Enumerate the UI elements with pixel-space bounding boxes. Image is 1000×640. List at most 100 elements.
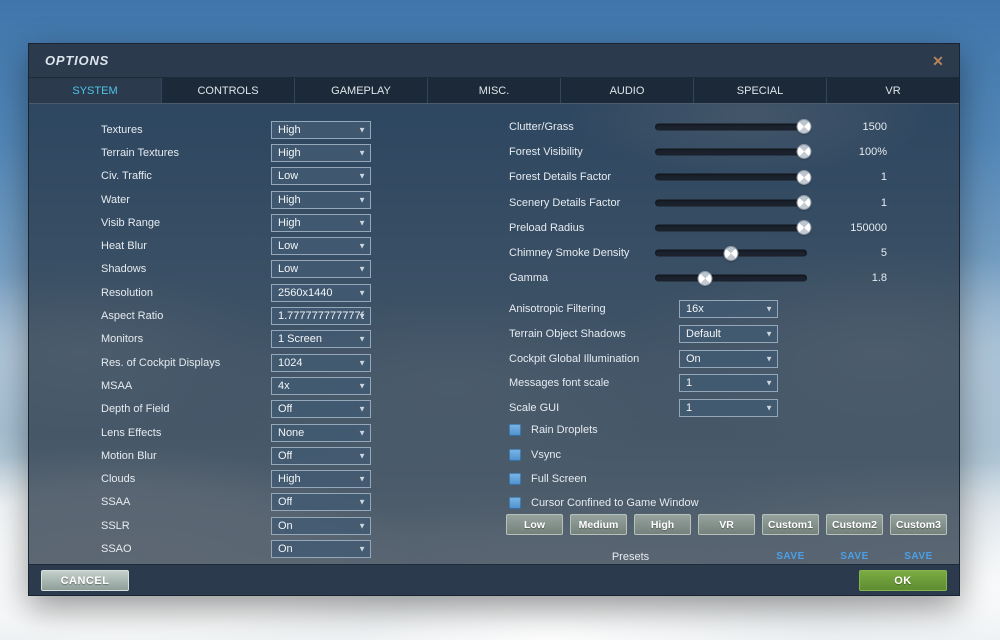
- dropdown[interactable]: Off ▼: [271, 400, 371, 418]
- dropdown[interactable]: On ▼: [271, 517, 371, 535]
- presets-group-label: Presets: [506, 551, 755, 563]
- dropdown[interactable]: 1.7777777777778 ▼: [271, 307, 371, 325]
- slider-track[interactable]: [655, 174, 807, 181]
- dropdown[interactable]: None ▼: [271, 424, 371, 442]
- tab-system[interactable]: SYSTEM: [29, 78, 162, 103]
- checkbox[interactable]: [509, 497, 521, 509]
- slider-value: 1500: [801, 121, 887, 133]
- dropdown[interactable]: 1 ▼: [679, 374, 778, 392]
- dropdown[interactable]: High ▼: [271, 470, 371, 488]
- setting-label: Visib Range: [101, 217, 160, 229]
- slider-knob[interactable]: [725, 247, 738, 260]
- dropdown[interactable]: Off ▼: [271, 447, 371, 465]
- preset-button-high[interactable]: High: [634, 514, 691, 535]
- tab-audio[interactable]: AUDIO: [561, 78, 694, 103]
- dropdown-value: None: [278, 427, 304, 439]
- dropdown[interactable]: Low ▼: [271, 260, 371, 278]
- save-custom2-link[interactable]: SAVE: [826, 551, 883, 563]
- preset-button-custom2[interactable]: Custom2: [826, 514, 883, 535]
- setting-row-monitors: Monitors 1 Screen ▼: [29, 328, 501, 351]
- checkbox-label: Rain Droplets: [531, 424, 598, 436]
- slider-track[interactable]: [655, 199, 807, 206]
- dropdown[interactable]: High ▼: [271, 191, 371, 209]
- dropdown[interactable]: Off ▼: [271, 493, 371, 511]
- close-button[interactable]: ✕: [927, 51, 949, 71]
- dropdown[interactable]: 2560x1440 ▼: [271, 284, 371, 302]
- chevron-down-icon: ▼: [358, 265, 366, 274]
- dropdown[interactable]: On ▼: [679, 350, 778, 368]
- setting-label: Terrain Object Shadows: [509, 328, 626, 340]
- checkbox[interactable]: [509, 473, 521, 485]
- dropdown[interactable]: 16x ▼: [679, 300, 778, 318]
- chevron-down-icon: ▼: [358, 475, 366, 484]
- dropdown[interactable]: High ▼: [271, 144, 371, 162]
- slider-track[interactable]: [655, 275, 807, 282]
- slider-label: Chimney Smoke Density: [509, 247, 629, 259]
- preset-button-custom1[interactable]: Custom1: [762, 514, 819, 535]
- dropdown[interactable]: 4x ▼: [271, 377, 371, 395]
- tab-bar: SYSTEM CONTROLS GAMEPLAY MISC. AUDIO SPE…: [29, 78, 959, 104]
- dropdown-value: 16x: [686, 303, 704, 315]
- dropdown-value: High: [278, 147, 301, 159]
- options-dialog: OPTIONS ✕ SYSTEM CONTROLS GAMEPLAY MISC.…: [28, 43, 960, 596]
- slider-track[interactable]: [655, 224, 807, 231]
- dropdown[interactable]: Low ▼: [271, 237, 371, 255]
- tab-misc[interactable]: MISC.: [428, 78, 561, 103]
- slider-row-scenery-details-factor: Scenery Details Factor 1: [501, 190, 961, 215]
- checkbox-label: Full Screen: [531, 473, 587, 485]
- dropdown-value: High: [278, 217, 301, 229]
- chevron-down-icon: ▼: [358, 195, 366, 204]
- slider-value: 1: [801, 197, 887, 209]
- dropdown-value: 2560x1440: [278, 287, 332, 299]
- setting-label: SSLR: [101, 520, 130, 532]
- tab-controls[interactable]: CONTROLS: [162, 78, 295, 103]
- preset-button-custom3[interactable]: Custom3: [890, 514, 947, 535]
- tab-gameplay[interactable]: GAMEPLAY: [295, 78, 428, 103]
- dropdown[interactable]: 1 Screen ▼: [271, 330, 371, 348]
- tab-label: GAMEPLAY: [331, 85, 391, 97]
- setting-row-sslr: SSLR On ▼: [29, 514, 501, 537]
- setting-label: Messages font scale: [509, 377, 609, 389]
- checkbox[interactable]: [509, 449, 521, 461]
- dialog-title: OPTIONS: [29, 53, 109, 68]
- chevron-down-icon: ▼: [765, 379, 773, 388]
- tab-vr[interactable]: VR: [827, 78, 959, 103]
- preset-button-vr[interactable]: VR: [698, 514, 755, 535]
- dropdown-value: Off: [278, 450, 292, 462]
- setting-row-terrain-object-shadows: Terrain Object Shadows Default ▼: [501, 322, 961, 347]
- setting-label: Water: [101, 194, 130, 206]
- setting-label: Aspect Ratio: [101, 310, 163, 322]
- slider-value: 1: [801, 171, 887, 183]
- setting-row-messages-font-scale: Messages font scale 1 ▼: [501, 371, 961, 396]
- ok-button[interactable]: OK: [859, 570, 947, 591]
- slider-track[interactable]: [655, 123, 807, 130]
- save-custom3-link[interactable]: SAVE: [890, 551, 947, 563]
- dropdown[interactable]: Low ▼: [271, 167, 371, 185]
- cancel-button[interactable]: CANCEL: [41, 570, 129, 591]
- chevron-down-icon: ▼: [358, 381, 366, 390]
- preset-button-low[interactable]: Low: [506, 514, 563, 535]
- slider-knob[interactable]: [699, 272, 712, 285]
- dialog-footer: CANCEL OK: [29, 564, 959, 595]
- dropdown[interactable]: High ▼: [271, 214, 371, 232]
- chevron-down-icon: ▼: [358, 498, 366, 507]
- dropdown[interactable]: High ▼: [271, 121, 371, 139]
- tab-special[interactable]: SPECIAL: [694, 78, 827, 103]
- checkbox-row-cursor-confined-to-game-window: Cursor Confined to Game Window: [501, 491, 961, 515]
- settings-panel: Textures High ▼ Terrain Textures High ▼ …: [29, 104, 959, 564]
- dropdown[interactable]: 1024 ▼: [271, 354, 371, 372]
- preset-button-medium[interactable]: Medium: [570, 514, 627, 535]
- checkbox[interactable]: [509, 424, 521, 436]
- dropdown[interactable]: Default ▼: [679, 325, 778, 343]
- slider-track[interactable]: [655, 148, 807, 155]
- slider-row-chimney-smoke-density: Chimney Smoke Density 5: [501, 240, 961, 265]
- save-custom1-link[interactable]: SAVE: [762, 551, 819, 563]
- checkboxes-group: Rain Droplets Vsync Full Screen Cursor C…: [501, 418, 961, 516]
- dropdown[interactable]: 1 ▼: [679, 399, 778, 417]
- dropdown[interactable]: On ▼: [271, 540, 371, 558]
- dropdown-value: High: [278, 124, 301, 136]
- chevron-down-icon: ▼: [358, 335, 366, 344]
- slider-track[interactable]: [655, 250, 807, 257]
- setting-label: Depth of Field: [101, 403, 169, 415]
- setting-label: Textures: [101, 124, 143, 136]
